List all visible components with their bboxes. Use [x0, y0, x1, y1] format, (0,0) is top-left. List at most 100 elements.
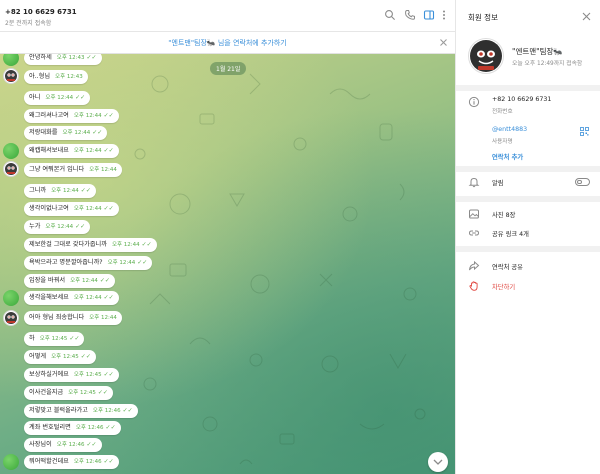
message-time: 오후 12:46 — [75, 425, 104, 431]
avatar[interactable] — [3, 454, 19, 470]
read-check-icon: ✓✓ — [103, 147, 114, 154]
message-bubble[interactable]: 보상하실거에요 오후 12:45 ✓✓ — [24, 368, 119, 382]
read-check-icon: ✓✓ — [103, 112, 114, 119]
message-bubble[interactable]: 어아 형님 죄송합니다 오후 12:44 — [24, 311, 122, 325]
message-bubble[interactable]: 뭐어떡할건데요 오후 12:46 ✓✓ — [24, 455, 119, 469]
message-bubble[interactable]: 안녕하세 오후 12:43 ✓✓ — [24, 54, 102, 65]
date-separator: 1월 21일 — [210, 62, 247, 75]
chat-view: +82 10 6629 6731 2분 전까지 접속함 "엔트맨"팀장🐜 님을 … — [0, 0, 455, 474]
avatar[interactable] — [3, 161, 19, 177]
message-bubble[interactable]: 아..형님 오후 12:43 — [24, 70, 88, 84]
message-text: 제보한걸 그대로 갖다가줍니까 — [29, 241, 107, 248]
message-text: 생각을해보세요 — [29, 294, 69, 301]
shared-photos[interactable]: 사진 8장 — [492, 210, 515, 219]
chat-last-seen: 2분 전까지 접속함 — [5, 20, 52, 27]
chat-header[interactable]: +82 10 6629 6731 2분 전까지 접속함 — [0, 0, 455, 32]
phone-icon[interactable] — [404, 9, 416, 21]
message-text: 그냥 여쭤본거 입니다 — [29, 166, 85, 173]
message-time: 오후 12:44 — [45, 224, 74, 230]
read-check-icon: ✓✓ — [75, 94, 86, 101]
message-text: 누가 — [29, 223, 41, 230]
sidebar-toggle-icon[interactable] — [423, 9, 435, 21]
search-icon[interactable] — [384, 9, 396, 21]
message-time: 오후 12:44 — [73, 113, 102, 119]
message-bubble[interactable]: 누가 오후 12:44 ✓✓ — [24, 220, 91, 234]
message-text: 어아 형님 죄송합니다 — [29, 314, 85, 321]
scroll-down-button[interactable] — [428, 452, 448, 472]
close-icon[interactable] — [581, 11, 592, 22]
bell-icon — [468, 176, 480, 188]
phone-number[interactable]: +82 10 6629 6731 — [492, 96, 551, 103]
message-text: 아니 — [29, 94, 41, 101]
add-contact-banner-text[interactable]: "엔트맨"팀장🐜 님을 연락처에 추가하기 — [0, 38, 455, 48]
read-check-icon: ✓✓ — [103, 205, 114, 212]
message-bubble[interactable]: 제보한걸 그대로 갖다가줍니까 오후 12:44 ✓✓ — [24, 238, 157, 252]
message-bubble[interactable]: 사장님이 오후 12:46 ✓✓ — [24, 438, 102, 452]
message-text: 그니까 — [29, 187, 47, 194]
message-text: 아..형님 — [29, 73, 51, 80]
section-divider — [456, 85, 600, 91]
message-bubble[interactable]: 왜캡해서보내요 오후 12:44 ✓✓ — [24, 144, 119, 158]
message-text: 욕박으라고 명분깔아줍니까? — [29, 259, 103, 266]
chat-title[interactable]: +82 10 6629 6731 — [5, 8, 77, 16]
notifications-label: 알림 — [492, 180, 504, 187]
message-text: 안녕하세 — [29, 54, 52, 61]
qr-code-icon[interactable] — [580, 127, 589, 136]
message-time: 오후 12:44 — [73, 148, 102, 154]
message-bubble[interactable]: 입장을 바꿔서 오후 12:44 ✓✓ — [24, 274, 115, 288]
phone-number-label: 전화번호 — [492, 109, 513, 115]
message-bubble[interactable]: 생각이없나고여 오후 12:44 ✓✓ — [24, 202, 119, 216]
message-bubble[interactable]: 왜그러셔나고여 오후 12:44 ✓✓ — [24, 109, 119, 123]
add-contact-banner[interactable]: "엔트맨"팀장🐜 님을 연락처에 추가하기 — [0, 32, 455, 54]
message-time: 오후 12:44 — [45, 95, 74, 101]
message-bubble[interactable]: 저랑대화를 오후 12:44 ✓✓ — [24, 126, 108, 140]
panel-title: 회원 정보 — [468, 13, 498, 22]
read-check-icon: ✓✓ — [103, 371, 114, 378]
message-bubble[interactable]: 이사건을지금 오후 12:45 ✓✓ — [24, 386, 113, 400]
message-bubble[interactable]: 아니 오후 12:44 ✓✓ — [24, 91, 91, 105]
read-check-icon: ✓✓ — [86, 54, 97, 61]
message-text: 어떻게 — [29, 353, 47, 360]
share-icon — [468, 260, 480, 272]
message-time: 오후 12:46 — [73, 459, 102, 465]
share-contact-button[interactable]: 연락처 공유 — [492, 262, 523, 271]
message-list[interactable]: 1월 21일 안녕하세 오후 12:43 ✓✓ 아..형님 오후 12:43 아니 오후… — [0, 54, 455, 474]
avatar[interactable] — [3, 310, 19, 326]
message-bubble[interactable]: 욕박으라고 명분깔아줍니까? 오후 12:44 ✓✓ — [24, 256, 153, 270]
avatar[interactable] — [3, 68, 19, 84]
message-text: 이사건을지금 — [29, 389, 64, 396]
message-bubble[interactable]: 하 오후 12:45 ✓✓ — [24, 332, 85, 346]
chevron-down-icon — [433, 459, 443, 465]
message-text: 저렇맞고 블럭올라가고 — [29, 407, 88, 414]
avatar[interactable] — [3, 143, 19, 159]
message-bubble[interactable]: 저렇맞고 블럭올라가고 오후 12:46 ✓✓ — [24, 404, 138, 418]
photo-icon — [468, 208, 480, 220]
notifications-toggle[interactable] — [575, 178, 590, 186]
message-text: 하 — [29, 335, 35, 342]
username[interactable]: @entt4883 — [492, 126, 527, 133]
close-icon[interactable] — [438, 37, 449, 48]
message-bubble[interactable]: 어떻게 오후 12:45 ✓✓ — [24, 350, 96, 364]
message-bubble[interactable]: 그니까 오후 12:44 ✓✓ — [24, 184, 96, 198]
message-text: 입장을 바꿔서 — [29, 277, 66, 284]
message-text: 저랑대화를 — [29, 129, 58, 136]
avatar[interactable] — [3, 290, 19, 306]
profile-last-seen: 오늘 오후 12:49까지 접속함 — [512, 61, 583, 67]
message-time: 오후 12:46 — [56, 442, 85, 448]
shared-links[interactable]: 공유 링크 4개 — [492, 229, 529, 238]
message-text: 뭐어떡할건데요 — [29, 458, 69, 465]
message-time: 오후 12:43 — [55, 74, 83, 80]
message-bubble[interactable]: 생각을해보세요 오후 12:44 ✓✓ — [24, 291, 119, 305]
profile-avatar[interactable] — [468, 38, 504, 74]
block-user-button[interactable]: 차단하기 — [492, 282, 515, 291]
more-vertical-icon[interactable] — [438, 9, 450, 21]
message-text: 왜그러셔나고여 — [29, 112, 69, 119]
message-time: 오후 12:45 — [68, 390, 96, 396]
message-bubble[interactable]: 계좌 번호털리면 오후 12:46 ✓✓ — [24, 421, 121, 435]
message-bubble[interactable]: 그냥 여쭤본거 입니다 오후 12:44 — [24, 163, 122, 177]
toggle-knob — [577, 179, 582, 185]
message-text: 왜캡해서보내요 — [29, 147, 69, 154]
add-contact-button[interactable]: 연락처 추가 — [492, 152, 523, 161]
message-time: 오후 12:44 — [89, 315, 117, 321]
read-check-icon: ✓✓ — [103, 294, 114, 301]
